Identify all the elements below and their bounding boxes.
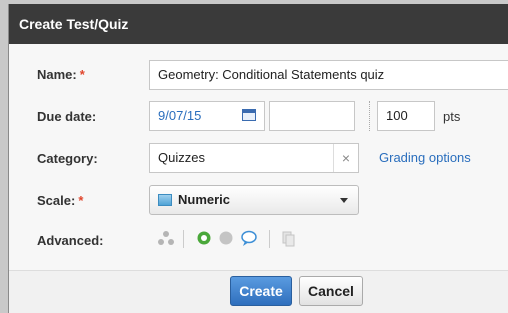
- required-marker: *: [78, 193, 84, 208]
- chevron-down-icon: [340, 198, 348, 203]
- copy-icon[interactable]: [281, 228, 297, 248]
- scale-label-text: Scale:: [37, 193, 76, 208]
- points-unit-label: pts: [443, 109, 461, 124]
- create-button[interactable]: Create: [230, 276, 292, 306]
- due-time-input[interactable]: [269, 101, 355, 131]
- name-label-text: Name:: [37, 67, 77, 82]
- due-date-label: Due date:: [37, 109, 97, 124]
- separator: [183, 230, 184, 248]
- category-value: Quizzes: [158, 150, 205, 165]
- individual-assign-icon[interactable]: [157, 228, 175, 248]
- divider: [369, 101, 370, 131]
- points-input[interactable]: 100: [377, 101, 435, 131]
- clear-icon[interactable]: ×: [333, 144, 358, 172]
- scale-value: Numeric: [178, 192, 231, 207]
- grading-options-link[interactable]: Grading options: [379, 150, 471, 165]
- name-input[interactable]: Geometry: Conditional Statements quiz: [149, 60, 508, 90]
- separator: [269, 230, 270, 248]
- due-date-value: 9/07/15: [158, 108, 202, 123]
- grades-hidden-icon[interactable]: [217, 228, 235, 248]
- cancel-button[interactable]: Cancel: [299, 276, 363, 306]
- numeric-scale-icon: [158, 194, 172, 206]
- scale-label: Scale: *: [37, 193, 83, 208]
- due-date-input[interactable]: 9/07/15: [149, 101, 265, 131]
- dialog-title: Create Test/Quiz: [9, 4, 508, 44]
- category-input[interactable]: Quizzes ×: [149, 143, 359, 173]
- create-quiz-dialog: Create Test/Quiz Name: * Geometry: Condit…: [8, 4, 508, 313]
- calendar-icon[interactable]: [242, 109, 256, 121]
- name-label: Name: *: [37, 67, 85, 82]
- scale-select[interactable]: Numeric: [149, 185, 359, 215]
- comments-icon[interactable]: [239, 228, 259, 248]
- required-marker: *: [79, 67, 85, 82]
- publish-status-icon[interactable]: [195, 228, 213, 248]
- advanced-label: Advanced:: [37, 233, 104, 248]
- category-label: Category:: [37, 151, 98, 166]
